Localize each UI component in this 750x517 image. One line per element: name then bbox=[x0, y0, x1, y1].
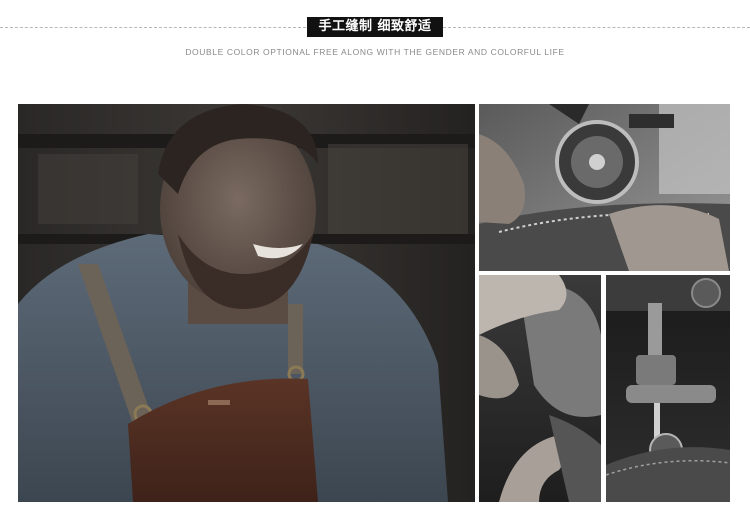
sewing-needle-photo bbox=[606, 275, 730, 502]
header-divider-right bbox=[443, 27, 750, 28]
section-title: 手工缝制 细致舒适 bbox=[307, 17, 443, 37]
sewing-wheel-photo bbox=[479, 104, 730, 271]
craftsman-photo bbox=[18, 104, 475, 502]
section-subtitle: DOUBLE COLOR OPTIONAL FREE ALONG WITH TH… bbox=[185, 47, 565, 57]
hands-leather-photo bbox=[479, 275, 601, 502]
header-divider-left bbox=[0, 27, 306, 28]
